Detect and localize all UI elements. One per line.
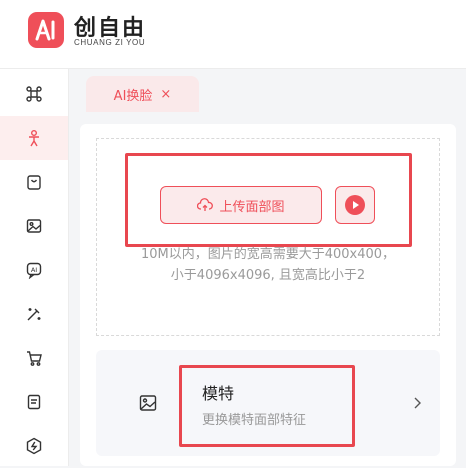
play-icon <box>345 195 365 215</box>
play-tutorial-button[interactable] <box>335 186 375 224</box>
ai-chat-icon: AI <box>26 262 42 279</box>
person-icon <box>29 130 39 147</box>
model-subtitle: 更换模特面部特征 <box>202 413 307 428</box>
sidebar: AI <box>0 69 69 466</box>
tab-label: AI换脸 <box>113 88 153 104</box>
upload-hint-line2: 小于4096x4096, 且宽高比小于2 <box>170 268 366 283</box>
upload-face-button[interactable]: 上传面部图 <box>160 186 322 224</box>
cloud-upload-icon <box>197 198 214 211</box>
brand-name-en: CHUANG ZI YOU <box>74 38 146 47</box>
sidebar-item-ai[interactable]: AI <box>0 248 68 292</box>
image-icon <box>139 395 157 411</box>
command-icon <box>26 86 42 102</box>
sidebar-item-cart[interactable] <box>0 336 68 380</box>
sidebar-item-document[interactable] <box>0 380 68 424</box>
upload-hint: 10M以内，图片的宽高需要大于400x400， 小于4096x4096, 且宽高… <box>96 244 440 286</box>
sidebar-item-magic[interactable] <box>0 292 68 336</box>
upload-hint-line1: 10M以内，图片的宽高需要大于400x400， <box>140 247 396 262</box>
magic-wand-icon <box>27 308 41 321</box>
top-header: 创自由 CHUANG ZI YOU <box>0 0 466 69</box>
brand-logo-icon <box>28 12 64 48</box>
sidebar-item-bag[interactable] <box>0 160 68 204</box>
tab-ai-face-swap[interactable]: AI换脸 × <box>86 76 199 112</box>
document-icon <box>27 394 41 410</box>
sidebar-item-lightning[interactable] <box>0 424 68 468</box>
image-icon <box>26 219 42 233</box>
lightning-icon <box>26 437 42 455</box>
sidebar-item-image[interactable] <box>0 204 68 248</box>
sidebar-item-command[interactable] <box>0 72 68 116</box>
upload-button-label: 上传面部图 <box>219 199 285 215</box>
svg-text:AI: AI <box>31 266 37 274</box>
cart-icon <box>27 351 42 366</box>
sidebar-item-face[interactable] <box>0 116 68 160</box>
close-icon[interactable]: × <box>160 87 171 102</box>
bag-icon <box>27 175 41 190</box>
model-title: 模特 <box>202 384 235 403</box>
upload-dropzone[interactable] <box>96 138 440 336</box>
chevron-right-icon[interactable] <box>411 395 423 411</box>
